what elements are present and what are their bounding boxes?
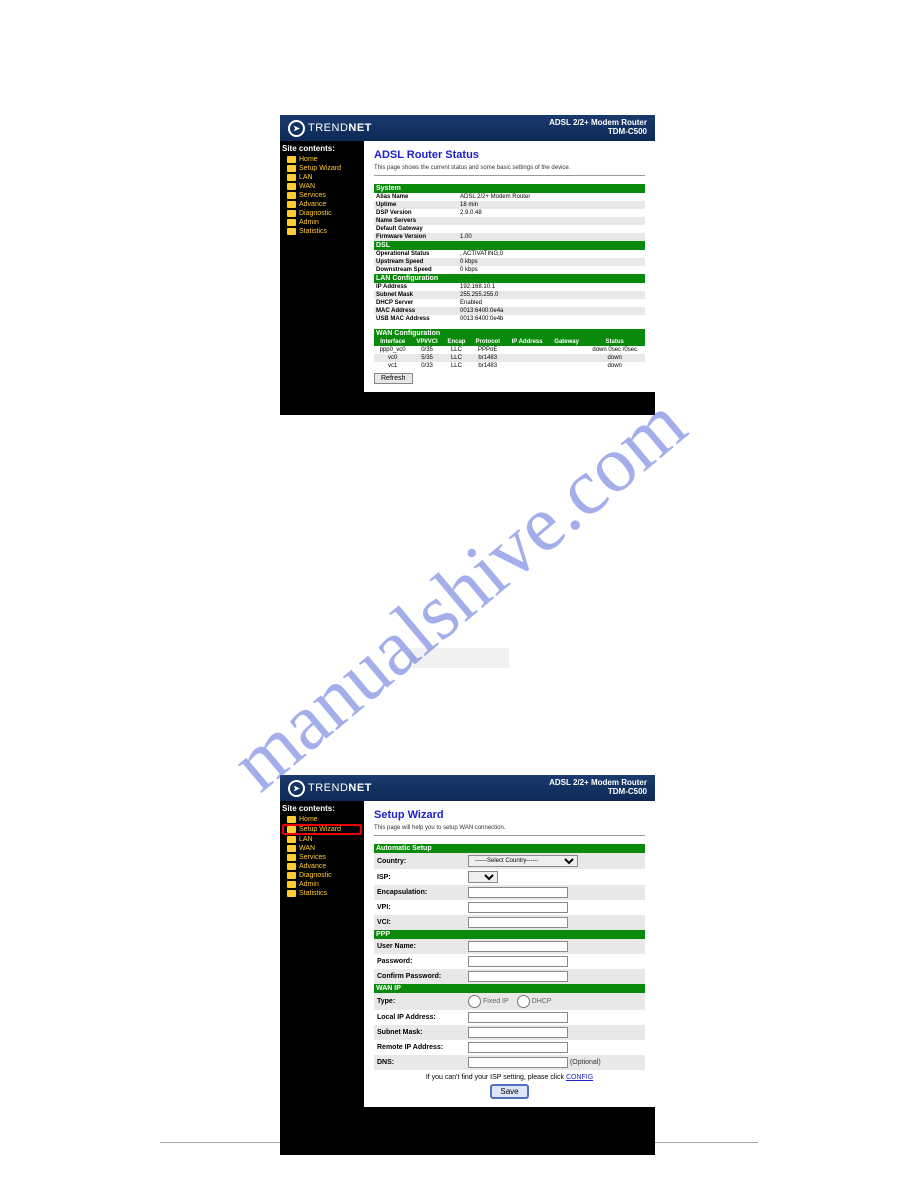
folder-icon xyxy=(287,845,296,852)
vpi-field[interactable] xyxy=(468,902,568,913)
router-header: ➤ TRENDNET ADSL 2/2+ Modem Router TDM-C5… xyxy=(280,115,655,141)
save-button[interactable]: Save xyxy=(490,1084,528,1099)
sidebar-item-setup-wizard[interactable]: Setup Wizard xyxy=(282,824,362,835)
folder-icon xyxy=(287,854,296,861)
system-table: Alias NameADSL 2/2+ Modem Router Uptime1… xyxy=(374,193,645,241)
folder-icon xyxy=(287,863,296,870)
header-product: ADSL 2/2+ Modem Router TDM-C500 xyxy=(549,119,647,137)
sidebar-item-advance[interactable]: Advance xyxy=(282,200,362,209)
table-row: ppp0_vc00/35LLCPPPoEdown 0sec /0sec xyxy=(374,346,645,354)
sidebar-item-wan[interactable]: WAN xyxy=(282,844,362,853)
folder-icon xyxy=(287,826,296,833)
auto-setup-form: Country:------Select Country------ ISP: … xyxy=(374,853,645,930)
confirm-password-field[interactable] xyxy=(468,971,568,982)
folder-icon xyxy=(287,165,296,172)
subnet-mask-field[interactable] xyxy=(468,1027,568,1038)
config-note: If you can't find your ISP setting, plea… xyxy=(374,1074,645,1081)
router-status-screenshot: ➤ TRENDNET ADSL 2/2+ Modem Router TDM-C5… xyxy=(280,115,655,415)
password-field[interactable] xyxy=(468,956,568,967)
sidebar-nav: Site contents: Home Setup Wizard LAN WAN… xyxy=(280,801,364,1107)
local-ip-field[interactable] xyxy=(468,1012,568,1023)
ppp-form: User Name: Password: Confirm Password: xyxy=(374,939,645,984)
folder-icon xyxy=(287,219,296,226)
section-ppp: PPP xyxy=(374,930,645,939)
sidebar-item-setup-wizard[interactable]: Setup Wizard xyxy=(282,164,362,173)
section-wan: WAN Configuration xyxy=(374,329,645,338)
sidebar-title: Site contents: xyxy=(282,804,362,813)
section-system: System xyxy=(374,184,645,193)
folder-icon xyxy=(287,183,296,190)
folder-icon xyxy=(287,201,296,208)
sidebar-item-home[interactable]: Home xyxy=(282,155,362,164)
config-link[interactable]: CONFIG xyxy=(566,1074,593,1081)
sidebar-item-statistics[interactable]: Statistics xyxy=(282,227,362,236)
brand-logo: ➤ TRENDNET xyxy=(288,780,372,797)
folder-icon xyxy=(287,836,296,843)
wanip-form: Type: Fixed IP DHCP Local IP Address: Su… xyxy=(374,993,645,1070)
sidebar-item-diagnostic[interactable]: Diagnostic xyxy=(282,871,362,880)
router-wizard-screenshot: ➤ TRENDNET ADSL 2/2+ Modem Router TDM-C5… xyxy=(280,775,655,1155)
lan-table: IP Address192.168.10.1 Subnet Mask255.25… xyxy=(374,283,645,323)
brand-arrow-icon: ➤ xyxy=(288,120,305,137)
sidebar-item-services[interactable]: Services xyxy=(282,853,362,862)
folder-icon xyxy=(287,192,296,199)
section-dsl: DSL xyxy=(374,241,645,250)
page-title: ADSL Router Status xyxy=(374,149,645,161)
sidebar-item-advance[interactable]: Advance xyxy=(282,862,362,871)
sidebar-item-wan[interactable]: WAN xyxy=(282,182,362,191)
section-wanip: WAN IP xyxy=(374,984,645,993)
folder-icon xyxy=(287,816,296,823)
username-field[interactable] xyxy=(468,941,568,952)
vci-field[interactable] xyxy=(468,917,568,928)
brand-name: TRENDNET xyxy=(308,782,372,794)
brand-arrow-icon: ➤ xyxy=(288,780,305,797)
type-fixed-radio[interactable] xyxy=(468,995,481,1008)
folder-icon xyxy=(287,210,296,217)
sidebar-nav: Site contents: Home Setup Wizard LAN WAN… xyxy=(280,141,364,392)
table-row: vc10/33LLCbr1483down xyxy=(374,362,645,370)
header-product: ADSL 2/2+ Modem Router TDM-C500 xyxy=(549,779,647,797)
dsl-table: Operational Status, ACTIVATING,0 Upstrea… xyxy=(374,250,645,274)
folder-icon xyxy=(287,174,296,181)
folder-icon xyxy=(287,228,296,235)
encapsulation-field[interactable] xyxy=(468,887,568,898)
country-select[interactable]: ------Select Country------ xyxy=(468,855,578,867)
content-area: Setup Wizard This page will help you to … xyxy=(364,801,655,1107)
folder-icon xyxy=(287,890,296,897)
sidebar-item-statistics[interactable]: Statistics xyxy=(282,889,362,898)
sidebar-item-lan[interactable]: LAN xyxy=(282,835,362,844)
section-automatic-setup: Automatic Setup xyxy=(374,844,645,853)
remote-ip-field[interactable] xyxy=(468,1042,568,1053)
wan-table: Interface VPI/VCI Encap Protocol IP Addr… xyxy=(374,338,645,370)
brand-name: TRENDNET xyxy=(308,122,372,134)
folder-icon xyxy=(287,881,296,888)
sidebar-item-lan[interactable]: LAN xyxy=(282,173,362,182)
sidebar-title: Site contents: xyxy=(282,144,362,153)
page-subtitle: This page shows the current status and s… xyxy=(374,165,645,176)
page-number-placeholder xyxy=(409,648,509,668)
dns-field[interactable] xyxy=(468,1057,568,1068)
router-header: ➤ TRENDNET ADSL 2/2+ Modem Router TDM-C5… xyxy=(280,775,655,801)
brand-logo: ➤ TRENDNET xyxy=(288,120,372,137)
watermark-text: manualshive.com xyxy=(214,378,703,809)
sidebar-item-admin[interactable]: Admin xyxy=(282,218,362,227)
folder-icon xyxy=(287,156,296,163)
refresh-button[interactable]: Refresh xyxy=(374,373,413,384)
section-lan: LAN Configuration xyxy=(374,274,645,283)
table-row: vc05/35LLCbr1483down xyxy=(374,354,645,362)
sidebar-item-admin[interactable]: Admin xyxy=(282,880,362,889)
type-dhcp-radio[interactable] xyxy=(517,995,530,1008)
page-title: Setup Wizard xyxy=(374,809,645,821)
content-area: ADSL Router Status This page shows the c… xyxy=(364,141,655,392)
folder-icon xyxy=(287,872,296,879)
sidebar-item-home[interactable]: Home xyxy=(282,815,362,824)
sidebar-item-services[interactable]: Services xyxy=(282,191,362,200)
sidebar-item-diagnostic[interactable]: Diagnostic xyxy=(282,209,362,218)
isp-select[interactable] xyxy=(468,871,498,883)
page-subtitle: This page will help you to setup WAN con… xyxy=(374,825,645,836)
